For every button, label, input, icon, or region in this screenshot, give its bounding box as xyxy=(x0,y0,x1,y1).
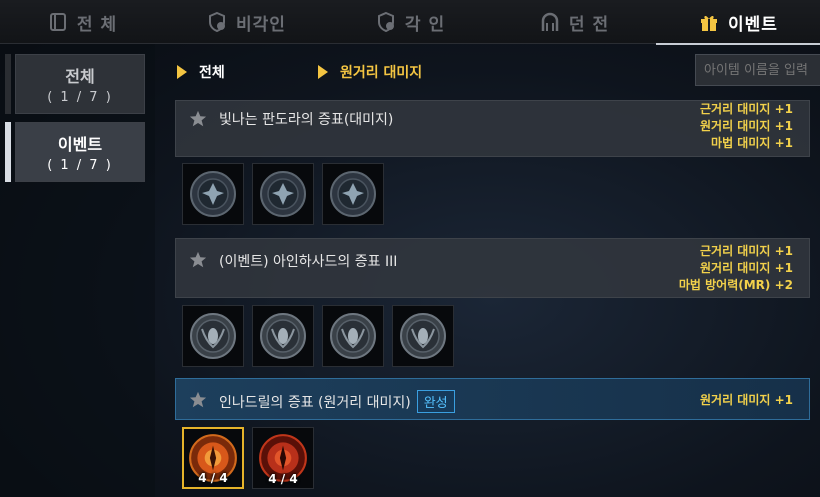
search-input[interactable] xyxy=(695,54,820,86)
play-arrow-icon xyxy=(318,65,328,79)
tab-label: 전 체 xyxy=(76,14,118,35)
collection-set-header-complete[interactable]: 인나드릴의 증표 (원거리 대미지) 완성 원거리 대미지 +1 xyxy=(175,378,810,420)
sidebar-marker-active xyxy=(5,122,11,182)
tab-engraved[interactable]: 각 인 xyxy=(328,0,492,44)
sidebar-item-event[interactable]: 이벤트 ( 1 / 7 ) xyxy=(15,122,145,182)
shield-info-icon xyxy=(377,11,394,33)
item-slot[interactable] xyxy=(182,305,244,367)
sidebar-item-label: 전체 xyxy=(65,67,95,86)
tab-label: 이벤트 xyxy=(728,14,778,35)
item-slot[interactable] xyxy=(322,163,384,225)
pandora-coin-icon xyxy=(190,171,236,217)
einhasad-coin-icon xyxy=(260,313,306,359)
play-arrow-icon xyxy=(177,65,187,79)
collection-set-effects: 근거리 대미지 +1 원거리 대미지 +1 마법 대미지 +1 xyxy=(700,101,793,152)
star-icon[interactable] xyxy=(189,110,207,128)
gift-icon xyxy=(701,15,718,31)
effect-line: 마법 대미지 +1 xyxy=(711,136,793,150)
sidebar-item-count: ( 1 / 7 ) xyxy=(47,158,113,173)
item-count: 4 / 4 xyxy=(268,472,298,486)
collection-set-header[interactable]: 빛나는 판도라의 증표(대미지) 근거리 대미지 +1 원거리 대미지 +1 마… xyxy=(175,100,810,157)
item-slot-selected[interactable]: 4 / 4 xyxy=(182,427,244,489)
complete-badge: 완성 xyxy=(416,390,455,413)
item-slot[interactable] xyxy=(252,163,314,225)
einhasad-coin-icon xyxy=(400,313,446,359)
tab-label: 비각인 xyxy=(236,14,286,35)
einhasad-coin-icon xyxy=(190,313,236,359)
sidebar-item-count: ( 1 / 7 ) xyxy=(47,90,113,105)
tab-all[interactable]: 전 체 xyxy=(0,0,164,44)
sidebar: 전체 ( 1 / 7 ) 이벤트 ( 1 / 7 ) xyxy=(0,44,155,497)
breadcrumb-item-all[interactable]: 전체 xyxy=(177,62,225,82)
item-slot[interactable] xyxy=(252,305,314,367)
tab-label: 각 인 xyxy=(404,14,446,35)
category-tab-bar: 전 체 비각인 각 인 던 전 이벤트 xyxy=(0,0,820,45)
effect-line: 원거리 대미지 +1 xyxy=(699,393,793,407)
star-icon[interactable] xyxy=(189,251,207,269)
sidebar-marker xyxy=(5,54,11,114)
collection-set-effects: 원거리 대미지 +1 xyxy=(700,392,793,409)
collection-set-name: 빛나는 판도라의 증표(대미지) xyxy=(219,112,394,128)
breadcrumb: 전체 원거리 대미지 xyxy=(163,50,820,94)
item-slot[interactable] xyxy=(322,305,384,367)
breadcrumb-item-filter[interactable]: 원거리 대미지 xyxy=(318,62,422,82)
tab-dungeon[interactable]: 던 전 xyxy=(492,0,656,44)
effect-line: 근거리 대미지 +1 xyxy=(699,244,793,258)
pandora-coin-icon xyxy=(330,171,376,217)
star-icon[interactable] xyxy=(189,391,207,409)
item-slot[interactable]: 4 / 4 xyxy=(252,427,314,489)
collection-set-name: (이벤트) 아인하사드의 증표 III xyxy=(219,254,398,270)
collection-set-effects: 근거리 대미지 +1 원거리 대미지 +1 마법 방어력(MR) +2 xyxy=(679,243,793,294)
collection-set-header[interactable]: (이벤트) 아인하사드의 증표 III 근거리 대미지 +1 원거리 대미지 +… xyxy=(175,238,810,298)
sidebar-item-all[interactable]: 전체 ( 1 / 7 ) xyxy=(15,54,145,114)
item-slot[interactable] xyxy=(392,305,454,367)
pandora-coin-icon xyxy=(260,171,306,217)
einhasad-coin-icon xyxy=(330,313,376,359)
collection-set-title: 인나드릴의 증표 (원거리 대미지) xyxy=(219,395,411,411)
dungeon-gate-icon xyxy=(541,12,559,31)
item-slot[interactable] xyxy=(182,163,244,225)
effect-line: 원거리 대미지 +1 xyxy=(699,119,793,133)
breadcrumb-label: 전체 xyxy=(199,65,225,81)
book-icon xyxy=(49,13,66,31)
tab-unengraved[interactable]: 비각인 xyxy=(164,0,328,44)
breadcrumb-label: 원거리 대미지 xyxy=(340,65,423,81)
effect-line: 마법 방어력(MR) +2 xyxy=(678,278,793,292)
collection-set-name: 인나드릴의 증표 (원거리 대미지) 완성 xyxy=(219,390,455,413)
shield-lock-icon xyxy=(209,11,226,33)
effect-line: 원거리 대미지 +1 xyxy=(699,261,793,275)
tab-event[interactable]: 이벤트 xyxy=(656,0,820,45)
sidebar-item-label: 이벤트 xyxy=(57,135,103,154)
tab-label: 던 전 xyxy=(568,14,610,35)
item-count: 4 / 4 xyxy=(198,471,228,485)
effect-line: 근거리 대미지 +1 xyxy=(699,102,793,116)
